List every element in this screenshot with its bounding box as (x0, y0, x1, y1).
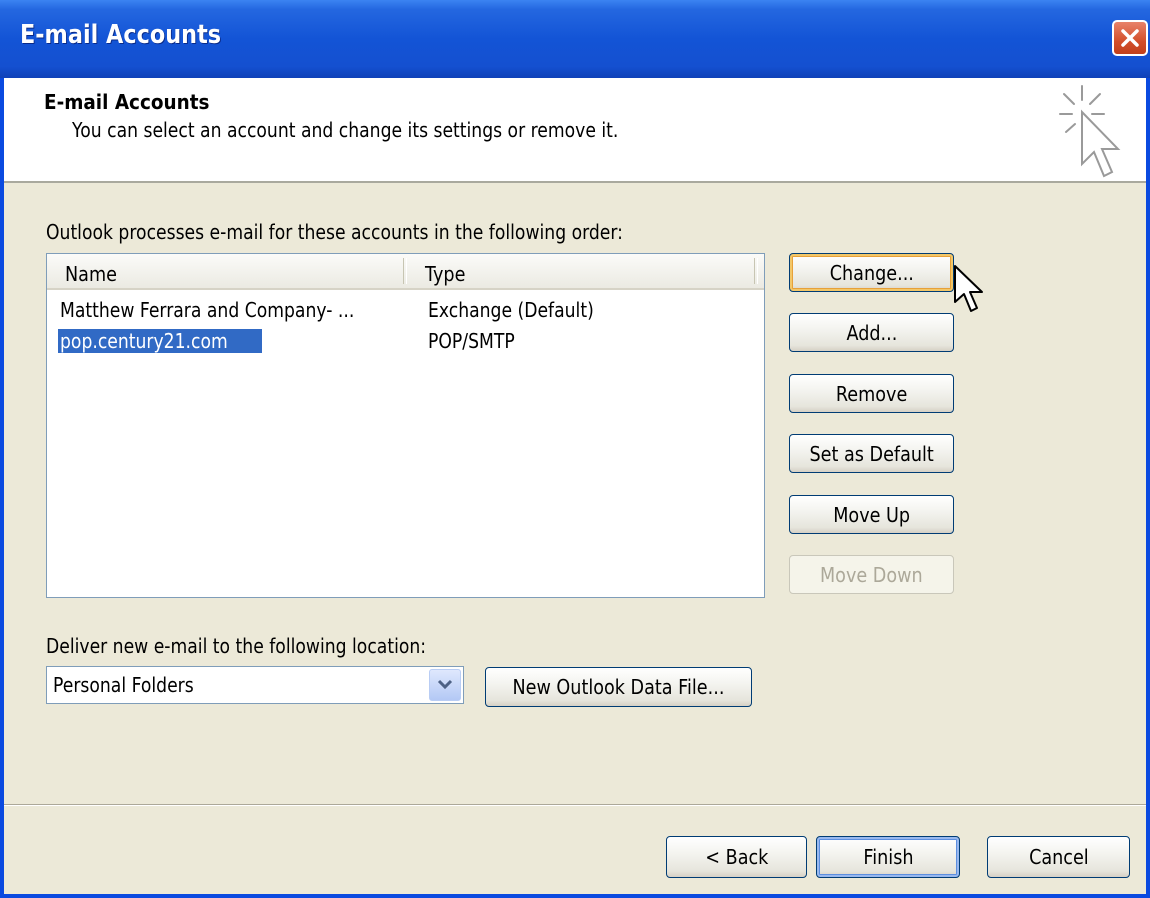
finish-button[interactable]: Finish (816, 836, 960, 878)
list-header: Name Type (47, 254, 764, 290)
back-button[interactable]: < Back (666, 836, 807, 878)
move-up-label: Move Up (833, 502, 910, 527)
cancel-button-label: Cancel (1028, 845, 1089, 869)
account-row-name[interactable]: Matthew Ferrara and Company- ... (60, 298, 354, 322)
remove-button[interactable]: Remove (789, 374, 954, 413)
column-header-name[interactable]: Name (65, 262, 117, 286)
move-up-button[interactable]: Move Up (789, 495, 954, 534)
accounts-label: Outlook processes e-mail for these accou… (46, 220, 623, 244)
dropdown-arrow-button[interactable] (429, 669, 461, 701)
title-bar[interactable]: E-mail Accounts (0, 0, 1150, 78)
chevron-down-icon (437, 679, 453, 690)
window-title: E-mail Accounts (20, 20, 222, 50)
change-button[interactable]: Change... (789, 253, 954, 292)
deliver-label: Deliver new e-mail to the following loca… (46, 634, 427, 658)
remove-button-label: Remove (835, 381, 908, 406)
add-button[interactable]: Add... (789, 313, 954, 352)
add-button-label: Add... (846, 320, 897, 345)
back-button-label: < Back (704, 845, 769, 869)
header-title: E-mail Accounts (44, 90, 210, 114)
account-row-type[interactable]: POP/SMTP (428, 329, 515, 353)
new-outlook-data-file-label: New Outlook Data File... (512, 675, 725, 699)
account-row-type[interactable]: Exchange (Default) (428, 298, 594, 322)
column-divider[interactable] (754, 258, 758, 284)
column-header-type[interactable]: Type (425, 262, 465, 286)
new-outlook-data-file-button[interactable]: New Outlook Data File... (485, 667, 752, 707)
deliver-location-dropdown[interactable]: Personal Folders (46, 666, 464, 704)
account-row-name[interactable]: pop.century21.com (60, 329, 228, 353)
set-as-default-button[interactable]: Set as Default (789, 434, 954, 473)
deliver-location-value: Personal Folders (53, 673, 194, 697)
move-down-button[interactable]: Move Down (789, 555, 954, 594)
move-down-label: Move Down (820, 562, 923, 587)
change-button-label: Change... (829, 260, 914, 285)
close-button[interactable] (1112, 20, 1148, 56)
set-as-default-label: Set as Default (809, 441, 934, 466)
cancel-button[interactable]: Cancel (987, 836, 1130, 878)
mouse-cursor-icon (954, 265, 983, 312)
close-icon (1121, 29, 1139, 47)
header-subtitle: You can select an account and change its… (72, 118, 619, 142)
finish-button-label: Finish (862, 845, 914, 869)
accounts-list[interactable]: Name Type Matthew Ferrara and Company- .… (46, 253, 765, 598)
footer-divider (4, 804, 1146, 806)
column-divider[interactable] (403, 258, 407, 284)
pointer-sparkle-icon (1059, 85, 1121, 178)
